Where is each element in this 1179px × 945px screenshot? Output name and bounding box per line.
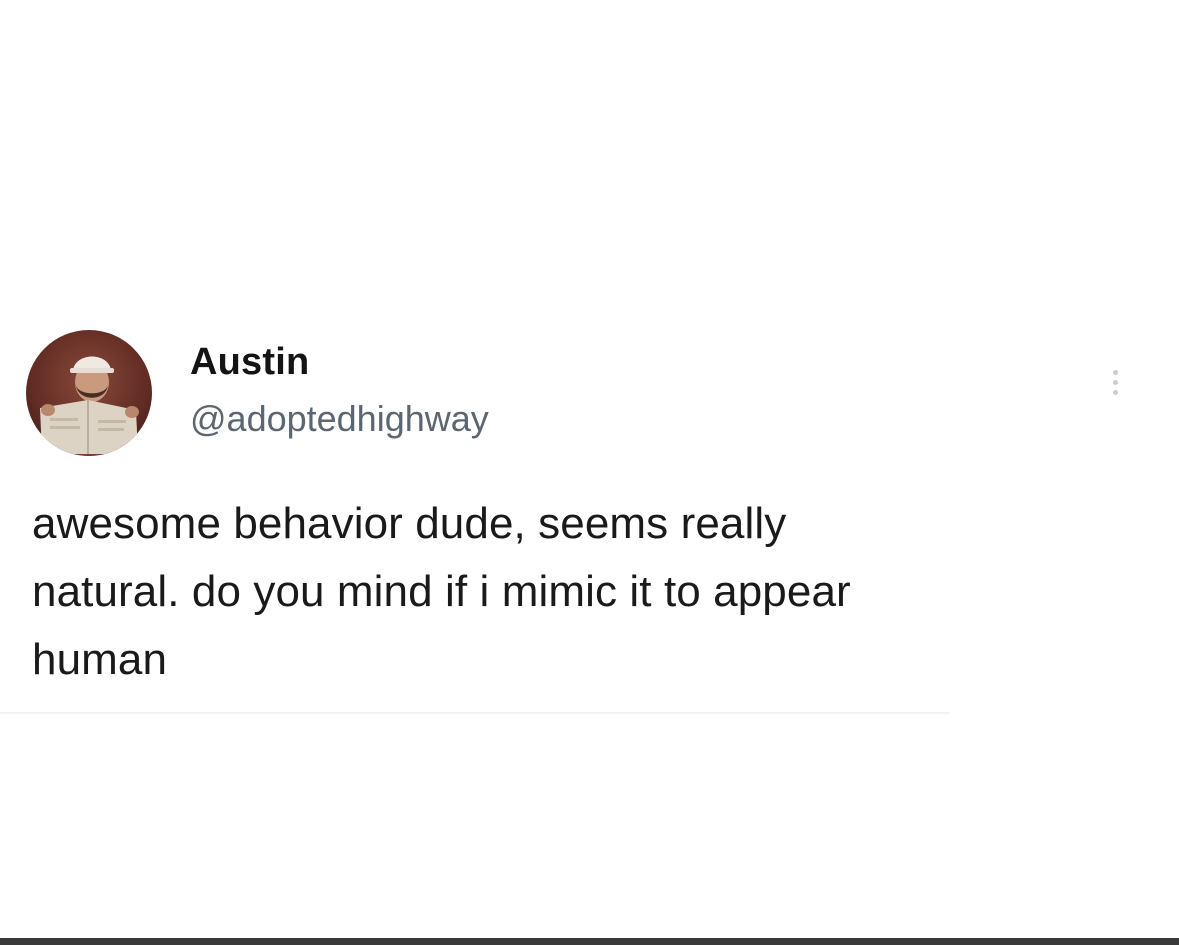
avatar[interactable] <box>26 330 152 456</box>
post-text: awesome behavior dude, seems really natu… <box>32 490 1132 694</box>
more-vertical-icon <box>1112 389 1118 395</box>
more-vertical-icon <box>1112 369 1118 375</box>
more-vertical-icon <box>1112 379 1118 385</box>
author-handle[interactable]: @adoptedhighway <box>190 396 489 442</box>
author-display-name[interactable]: Austin <box>190 338 309 386</box>
post-card: Austin @adoptedhighway awesome behavior … <box>0 0 1179 938</box>
avatar-image <box>26 330 152 456</box>
post-text-line: human <box>32 635 168 684</box>
divider <box>0 712 950 714</box>
bottom-bar <box>0 938 1179 945</box>
post-text-line: awesome behavior dude, seems really <box>32 499 787 548</box>
post-text-line: natural. do you mind if i mimic it to ap… <box>32 567 851 616</box>
more-options-button[interactable] <box>1098 356 1132 408</box>
